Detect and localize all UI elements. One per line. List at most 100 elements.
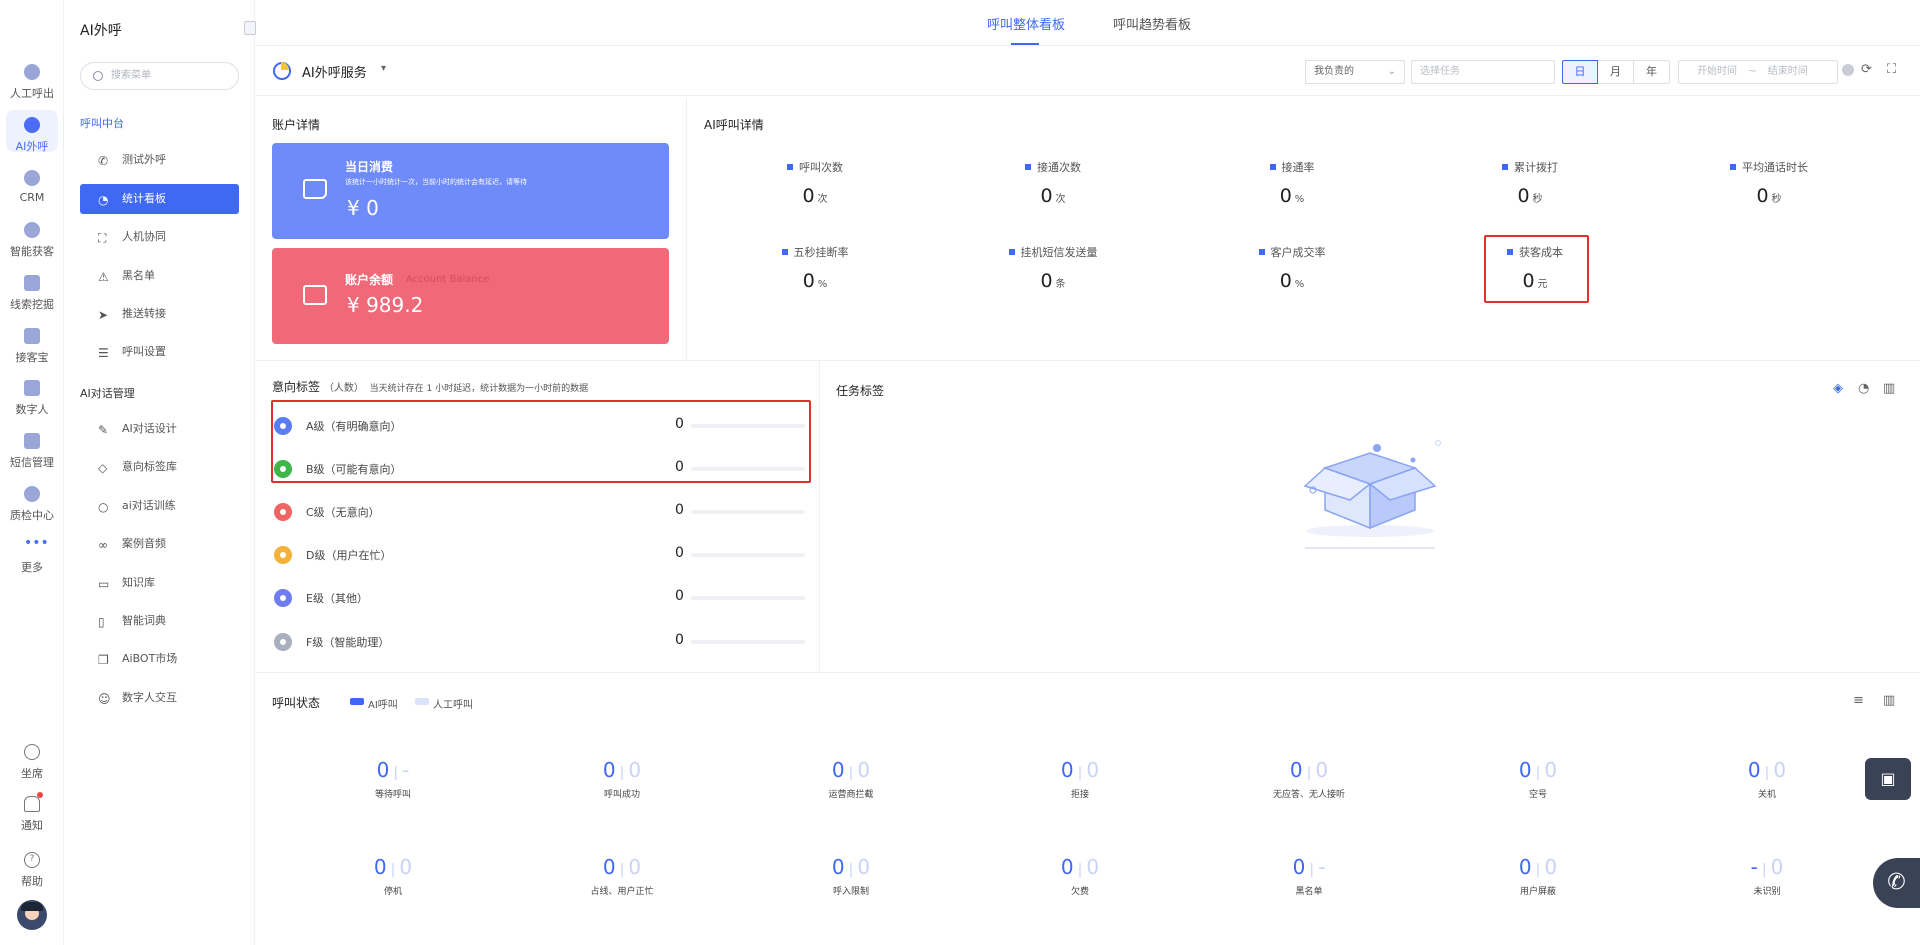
ai-call-count: 0 (1292, 855, 1306, 879)
floating-phone-button[interactable]: ✆ (1873, 858, 1920, 908)
rail-item-agent[interactable]: 坐席 (0, 744, 64, 781)
sort-icon[interactable]: ≡ (1853, 694, 1867, 708)
call-status-label: 无应答、无人接听 (1272, 790, 1345, 800)
send-icon: ➤ (98, 308, 109, 322)
call-status-label: 用户屏蔽 (1519, 887, 1556, 897)
ai-call-count: 0 (1289, 758, 1303, 782)
menu-item-aibot-market[interactable]: ❐ AiBOT市场 (80, 644, 239, 674)
menu-item-case-audio[interactable]: ∞ 案例音频 (80, 529, 239, 559)
rail-item-more[interactable]: ••• 更多 (0, 536, 64, 575)
intent-label: F级（智能助理） (306, 636, 390, 649)
manual-call-count: 0 (1544, 855, 1558, 879)
refresh-icon[interactable]: ⟳ (1861, 63, 1875, 77)
menu-item-dashboard[interactable]: ◔ 统计看板 (80, 184, 239, 214)
menu-item-intent-tags[interactable]: ◇ 意向标签库 (80, 452, 239, 482)
intent-count: 0 (675, 632, 684, 648)
scan-icon: ⛶ (98, 231, 107, 245)
menu-item-push-transfer[interactable]: ➤ 推送转接 (80, 299, 239, 329)
call-status-item: 0 | - 黑名单 (1219, 855, 1399, 897)
manual-call-count: 0 (1544, 758, 1558, 782)
phone-device-icon (24, 328, 40, 344)
menu-item-digital-interaction[interactable]: ☺ 数字人交互 (80, 683, 239, 713)
call-status-label: 欠费 (1070, 887, 1089, 897)
ai-detail-title: AI呼叫详情 (704, 118, 764, 132)
stat-total-dial: 累计拨打 0 秒 (1435, 159, 1625, 207)
rail-item-sms[interactable]: 短信管理 (0, 433, 64, 470)
fullscreen-icon[interactable]: ⛶ (1887, 63, 1901, 77)
manual-call-count: 0 (1086, 758, 1100, 782)
laptop-icon: ▭ (98, 577, 110, 591)
feedback-chat-button[interactable]: ▣ (1865, 758, 1911, 800)
call-status-label: 黑名单 (1295, 887, 1323, 897)
chat-icon: ○ (98, 500, 109, 514)
today-consumption-card: 当日消费 该统计一小时统计一次，当前小时的统计会有延迟，请等待 ¥ 0 (272, 143, 669, 239)
rail-item-help[interactable]: ? 帮助 (0, 852, 64, 889)
sliders-icon: ☰ (98, 346, 109, 360)
divider: | (390, 862, 396, 878)
tab-trend-dashboard[interactable]: 呼叫趋势看板 (1113, 14, 1191, 33)
intent-progress-bar (691, 596, 805, 600)
intent-badge-icon (274, 589, 292, 607)
date-range-picker[interactable]: 开始时间 ~ 结束时间 (1678, 60, 1838, 84)
rail-item-smart-acquire[interactable]: 智能获客 (0, 222, 64, 259)
headset-icon (24, 744, 40, 760)
ai-call-count: 0 (602, 758, 616, 782)
rail-item-qc-center[interactable]: 质检中心 (0, 486, 64, 523)
bar-view-icon[interactable]: ▥ (1883, 382, 1897, 396)
money-icon (303, 285, 327, 305)
stat-connect-rate: 接通率 0% (1197, 159, 1387, 207)
period-month-button[interactable]: 月 (1598, 60, 1634, 84)
call-status-item: - | 0 未识别 (1677, 855, 1857, 897)
tag-view-icon[interactable]: ◈ (1833, 382, 1847, 396)
menu-item-test-call[interactable]: ✆ 测试外呼 (80, 145, 239, 175)
menu-item-blacklist[interactable]: ⚠ 黑名单 (80, 261, 239, 291)
menu-search-input[interactable]: 搜索菜单 (80, 62, 239, 90)
rail-item-lead-mining[interactable]: 线索挖掘 (0, 275, 64, 312)
call-status-label: 运营商拦截 (828, 790, 874, 800)
divider: | (1761, 862, 1767, 878)
pie-view-icon[interactable]: ◔ (1858, 382, 1872, 396)
menu-item-ai-dialog-design[interactable]: ✎ AI对话设计 (80, 414, 239, 444)
rail-item-notify[interactable]: 通知 (0, 796, 64, 833)
task-select[interactable]: 选择任务 (1411, 60, 1555, 84)
stat-5s-hangup-rate: 五秒挂断率 0% (720, 244, 910, 292)
info-icon[interactable] (1842, 64, 1854, 76)
intent-label: E级（其他） (306, 592, 368, 605)
ai-call-count: - (1750, 855, 1758, 879)
call-status-label: 拒接 (1070, 790, 1089, 800)
menu-item-human-machine[interactable]: ⛶ 人机协同 (80, 222, 239, 252)
caret-down-icon[interactable]: ▾ (381, 63, 386, 74)
call-status-label: 停机 (383, 887, 402, 897)
divider: | (848, 765, 854, 781)
bar-chart-icon[interactable]: ▥ (1883, 694, 1897, 708)
rail-item-manual-call[interactable]: 人工呼出 (0, 64, 64, 101)
menu-item-knowledge[interactable]: ▭ 知识库 (80, 568, 239, 598)
ai-call-count: 0 (1060, 855, 1074, 879)
rail-item-crm[interactable]: CRM (0, 170, 64, 204)
rail-item-jiekebao[interactable]: 接客宝 (0, 328, 64, 365)
intent-row: E级（其他） 0 (270, 584, 805, 612)
top-tabs: 呼叫整体看板 呼叫趋势看板 (255, 0, 1920, 46)
copy-icon: ❐ (98, 653, 109, 667)
call-status-item: 0 | 0 呼叫成功 (532, 758, 712, 800)
call-status-item: 0 | 0 空号 (1448, 758, 1628, 800)
menu-item-call-settings[interactable]: ☰ 呼叫设置 (80, 337, 239, 367)
owner-select[interactable]: 我负责的 ⌄ (1305, 60, 1405, 84)
call-status-label: 关机 (1757, 790, 1776, 800)
intent-label: C级（无意向） (306, 506, 380, 519)
avatar[interactable] (17, 900, 47, 930)
period-day-button[interactable]: 日 (1562, 60, 1598, 84)
intent-count: 0 (675, 502, 684, 518)
divider (686, 98, 687, 360)
rail-item-digital-human[interactable]: 数字人 (0, 380, 64, 417)
divider: | (619, 765, 625, 781)
search-icon (93, 71, 103, 81)
call-status-label: 等待呼叫 (374, 790, 411, 800)
service-select[interactable]: AI外呼服务 (302, 62, 367, 81)
divider: | (393, 765, 399, 781)
tab-overall-dashboard[interactable]: 呼叫整体看板 (987, 14, 1065, 45)
period-year-button[interactable]: 年 (1634, 60, 1670, 84)
menu-item-ai-training[interactable]: ○ ai对话训练 (80, 491, 239, 521)
menu-item-dictionary[interactable]: ▯ 智能词典 (80, 606, 239, 636)
rail-item-ai-call[interactable]: AI外呼 (6, 110, 58, 153)
